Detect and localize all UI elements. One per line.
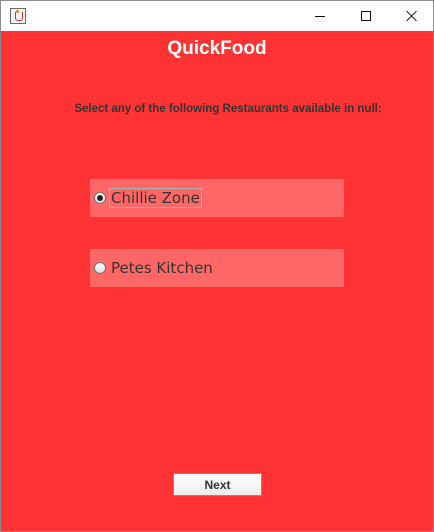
restaurant-option-label: Petes Kitchen [111, 259, 213, 277]
radio-button-selected[interactable] [94, 192, 106, 204]
app-window: QuickFood Select any of the following Re… [0, 0, 434, 532]
restaurant-option-chillie-zone[interactable]: Chillie Zone [90, 179, 344, 217]
restaurant-prompt: Select any of the following Restaurants … [74, 103, 382, 115]
maximize-button[interactable] [343, 1, 389, 31]
radio-button[interactable] [94, 262, 106, 274]
close-button[interactable] [389, 1, 434, 31]
maximize-icon [361, 11, 371, 21]
app-title: QuickFood [167, 38, 267, 59]
close-icon [406, 10, 418, 22]
restaurant-option-petes-kitchen[interactable]: Petes Kitchen [90, 249, 344, 287]
restaurant-option-label: Chillie Zone [109, 188, 202, 208]
java-app-icon[interactable] [10, 8, 26, 24]
minimize-button[interactable] [297, 1, 343, 31]
main-panel: QuickFood Select any of the following Re… [1, 31, 433, 531]
next-button[interactable]: Next [173, 473, 262, 496]
minimize-icon [315, 15, 325, 17]
title-bar[interactable] [1, 1, 433, 31]
